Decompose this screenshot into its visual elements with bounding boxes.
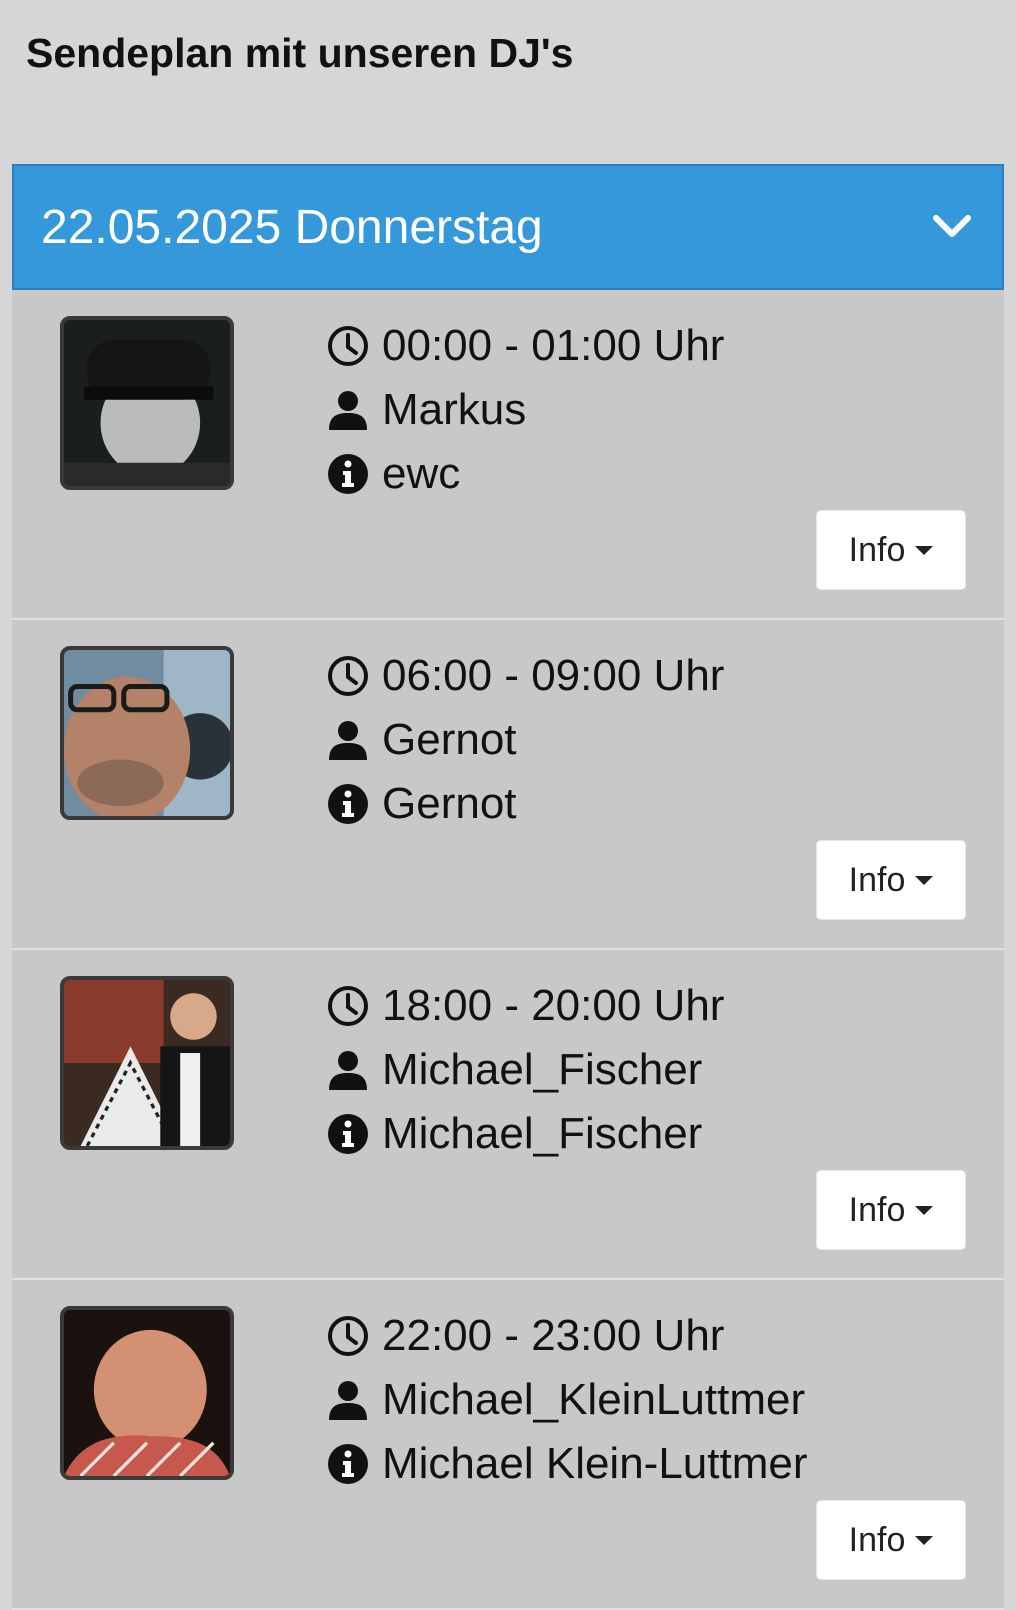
schedule-entry: 00:00 - 01:00 Uhr Markus ewc Info [12,290,1004,620]
show-name: Michael Klein-Luttmer [382,1439,808,1488]
show-name: Michael_Fischer [382,1109,703,1158]
dj-name: Markus [382,385,527,434]
caret-down-icon [915,1535,934,1545]
clock-icon [328,986,368,1026]
schedule-entry: 22:00 - 23:00 Uhr Michael_KleinLuttmer M… [12,1280,1004,1610]
show-name: ewc [382,449,461,498]
info-dropdown-button[interactable]: Info [816,1500,966,1580]
info-circle-icon [328,1114,368,1154]
info-button-label: Info [848,1520,906,1559]
user-icon [329,1381,367,1420]
dj-avatar [60,1306,234,1480]
schedule-entry: 18:00 - 20:00 Uhr Michael_Fischer Michae… [12,950,1004,1280]
user-icon [329,1051,367,1090]
dj-name: Michael_Fischer [382,1045,703,1094]
info-button-label: Info [848,860,906,899]
user-icon [329,721,367,760]
page-title: Sendeplan mit unseren DJ's [26,30,574,76]
schedule-list: 00:00 - 01:00 Uhr Markus ewc Info 06:00 … [12,290,1004,1610]
user-icon [329,391,367,430]
dj-avatar [60,316,234,490]
time-slot: 18:00 - 20:00 Uhr [382,981,725,1030]
info-button-label: Info [848,530,906,569]
day-label: 22.05.2025 Donnerstag [41,201,543,254]
dj-name: Gernot [382,715,517,764]
info-circle-icon [328,1444,368,1484]
day-accordion-header[interactable]: 22.05.2025 Donnerstag [12,164,1004,290]
time-slot: 22:00 - 23:00 Uhr [382,1311,725,1360]
caret-down-icon [915,1205,934,1215]
caret-down-icon [915,545,934,555]
schedule-entry: 06:00 - 09:00 Uhr Gernot Gernot Info [12,620,1004,950]
info-dropdown-button[interactable]: Info [816,840,966,920]
clock-icon [328,656,368,696]
info-button-label: Info [848,1190,906,1229]
time-slot: 00:00 - 01:00 Uhr [382,321,725,370]
time-slot: 06:00 - 09:00 Uhr [382,651,725,700]
chevron-down-icon [933,215,971,237]
info-dropdown-button[interactable]: Info [816,1170,966,1250]
dj-name: Michael_KleinLuttmer [382,1375,806,1424]
dj-avatar [60,976,234,1150]
info-dropdown-button[interactable]: Info [816,510,966,590]
caret-down-icon [915,875,934,885]
info-circle-icon [328,784,368,824]
info-circle-icon [328,454,368,494]
dj-avatar [60,646,234,820]
clock-icon [328,326,368,366]
clock-icon [328,1316,368,1356]
show-name: Gernot [382,779,517,828]
